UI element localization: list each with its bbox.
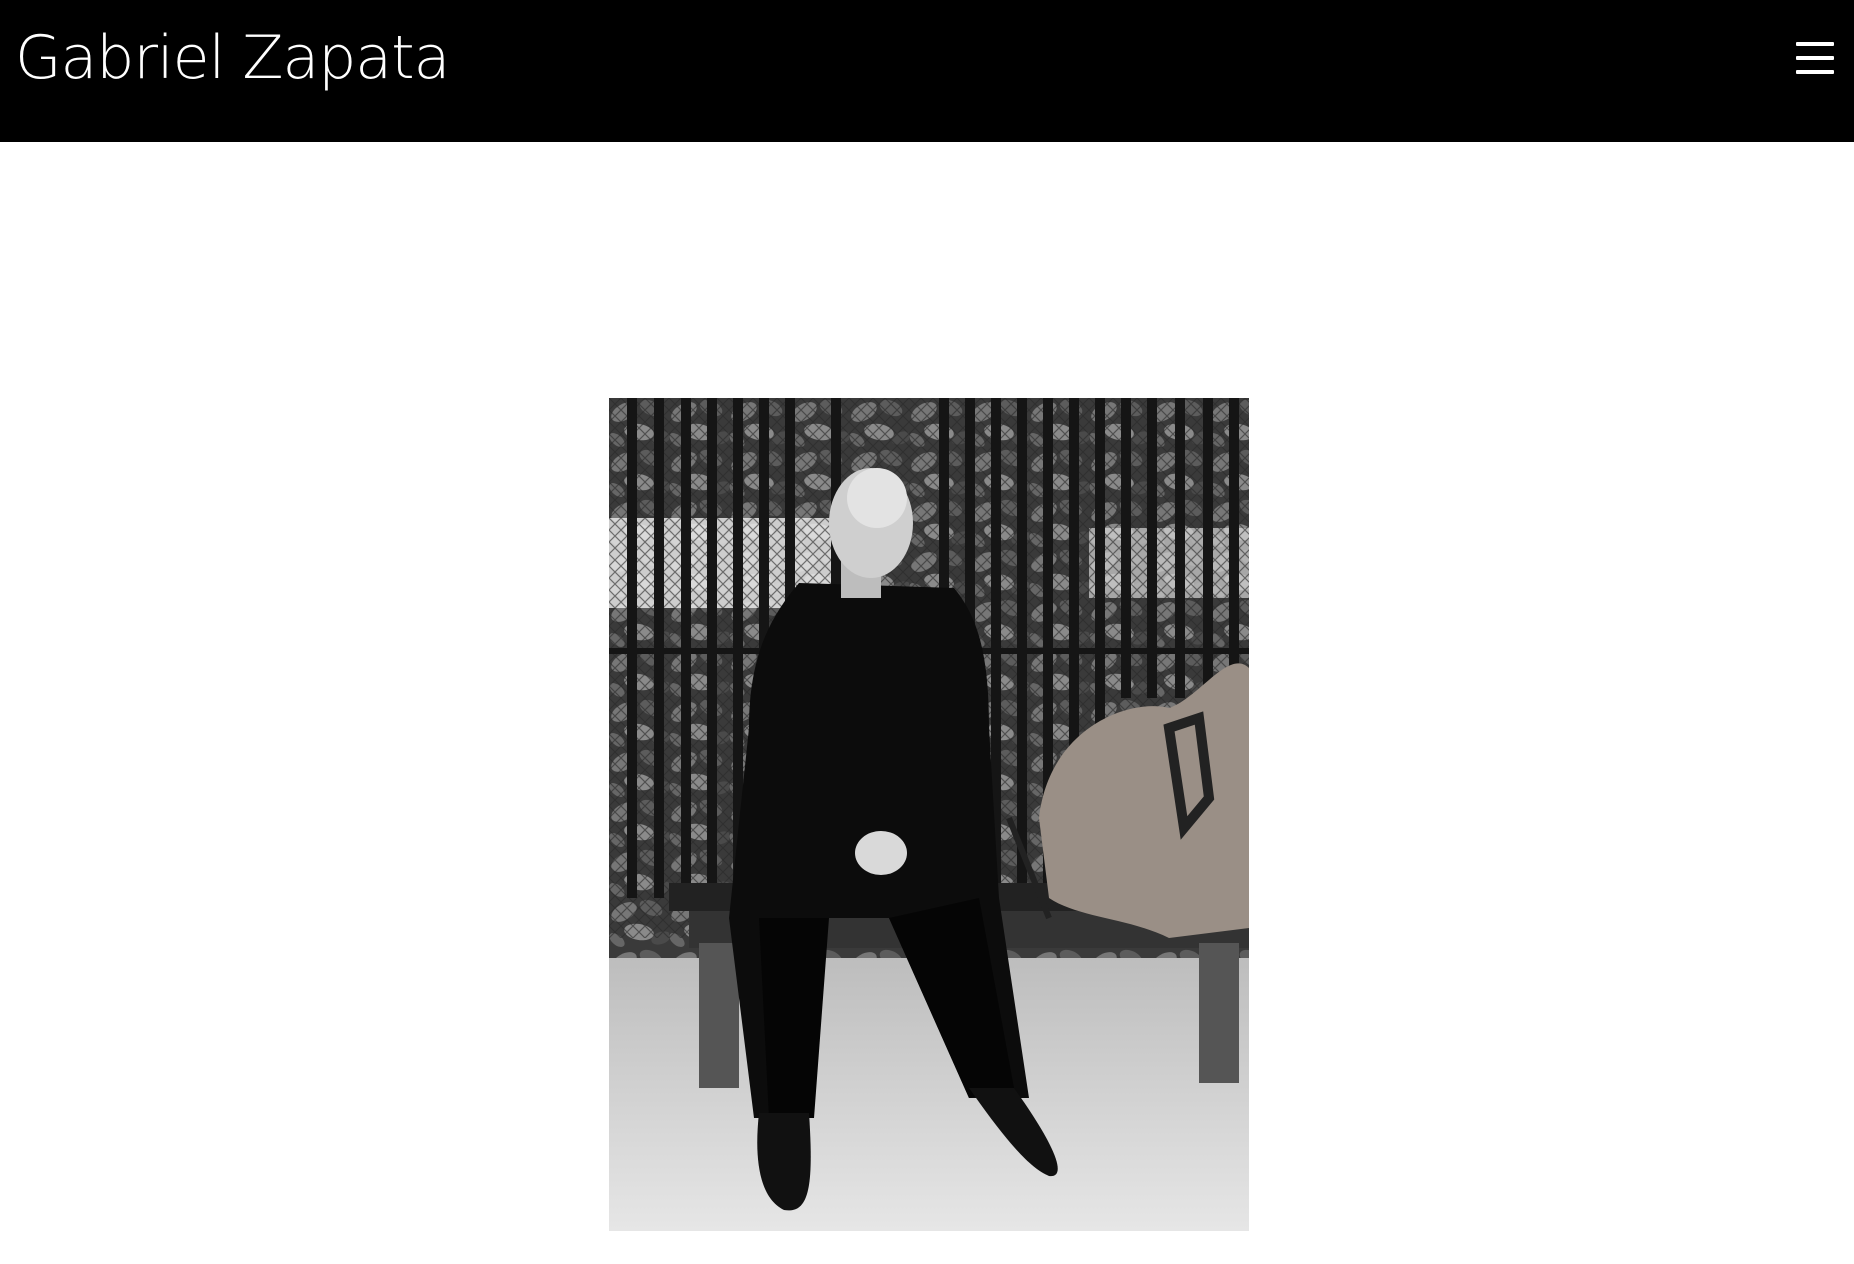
site-header: Gabriel Zapata	[0, 0, 1854, 142]
hamburger-menu-icon[interactable]	[1796, 40, 1836, 76]
portrait-photo	[609, 398, 1249, 1231]
site-title-link[interactable]: Gabriel Zapata	[15, 22, 450, 94]
